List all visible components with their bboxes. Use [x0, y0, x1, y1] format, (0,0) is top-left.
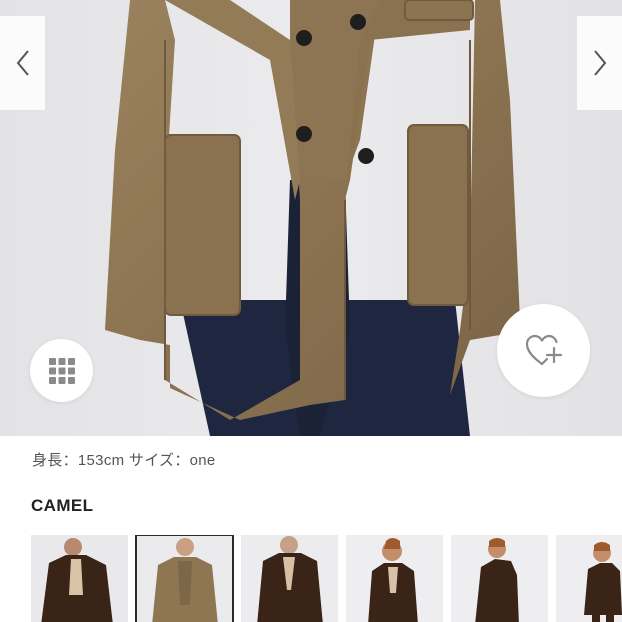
chevron-right-icon: [593, 50, 606, 76]
thumbnail-image: [241, 535, 338, 622]
color-thumbnail[interactable]: [556, 535, 622, 622]
heart-plus-icon: [525, 334, 562, 365]
color-thumbnail[interactable]: [451, 535, 548, 622]
chevron-left-icon: [16, 50, 29, 76]
grid-icon: [48, 357, 75, 384]
color-thumbnail[interactable]: [241, 535, 338, 622]
color-thumbnail-strip: [31, 535, 622, 622]
add-favorite-button[interactable]: [497, 304, 590, 397]
color-thumbnail[interactable]: [135, 535, 234, 622]
model-size-info: 身長：153cm サイズ：one: [32, 452, 216, 469]
thumbnail-image: [556, 535, 622, 622]
thumbnail-image: [451, 535, 548, 622]
color-thumbnail[interactable]: [346, 535, 443, 622]
product-main-image[interactable]: [0, 0, 622, 436]
prev-image-button[interactable]: [0, 16, 45, 110]
thumbnail-image: [346, 535, 443, 622]
selected-color-label: CAMEL: [31, 496, 94, 515]
image-grid-button[interactable]: [30, 339, 93, 402]
color-thumbnail[interactable]: [31, 535, 128, 622]
thumbnail-image: [136, 535, 233, 622]
next-image-button[interactable]: [577, 16, 622, 110]
thumbnail-image: [31, 535, 128, 622]
